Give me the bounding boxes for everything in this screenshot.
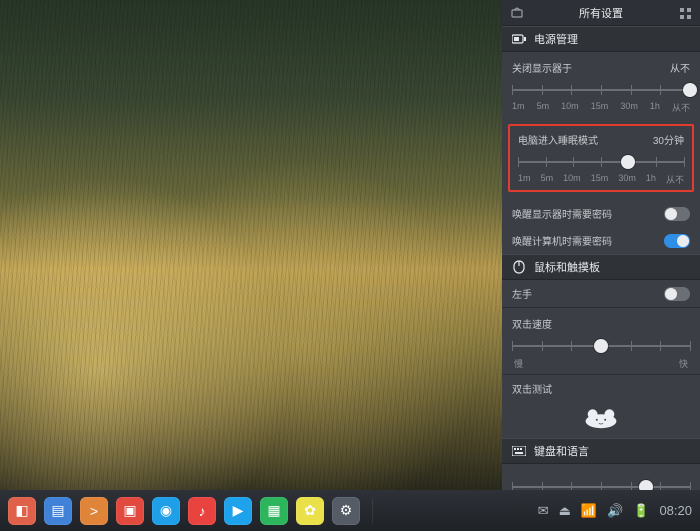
dock-separator <box>372 499 373 523</box>
dblclick-test-label: 双击测试 <box>512 381 552 396</box>
dblclick-speed-slider[interactable] <box>512 337 690 355</box>
section-mouse-title: 鼠标和触摸板 <box>534 259 600 275</box>
keyboard-icon <box>512 444 526 458</box>
sleep-ticks: 1m 5m 10m 15m 30m 1h 从不 <box>518 173 684 186</box>
section-mouse[interactable]: 鼠标和触摸板 <box>502 254 700 280</box>
dbl-slow-label: 慢 <box>514 357 523 370</box>
display-off-slider[interactable] <box>512 81 690 99</box>
dock-image-icon[interactable]: ▦ <box>260 497 288 525</box>
tray-mail-icon[interactable]: ✉ <box>538 503 549 519</box>
left-hand-row: 左手 <box>502 280 700 307</box>
settings-panel: 所有设置 电源管理 关闭显示器于 从不 <box>502 0 700 531</box>
grid-icon[interactable] <box>672 0 698 26</box>
tray-volume-icon[interactable]: 🔊 <box>607 503 623 519</box>
dock-store-icon[interactable]: ▣ <box>116 497 144 525</box>
back-icon[interactable] <box>504 0 530 26</box>
dock-calendar-icon[interactable]: ✿ <box>296 497 324 525</box>
tray-clock[interactable]: 08:20 <box>659 503 692 518</box>
section-keyboard-title: 键盘和语言 <box>534 443 589 459</box>
sleep-value: 30分钟 <box>653 132 684 147</box>
wake-computer-toggle[interactable] <box>664 234 690 248</box>
dblclick-test-area[interactable] <box>502 398 700 438</box>
display-off-value: 从不 <box>670 60 690 75</box>
sleep-slider[interactable] <box>518 153 684 171</box>
wake-computer-label: 唤醒计算机时需要密码 <box>512 233 612 248</box>
dock-launcher-icon[interactable]: ◧ <box>8 497 36 525</box>
display-off-block: 关闭显示器于 从不 1m 5m 10m 15m 30m 1h 从不 <box>502 52 700 118</box>
dock-files-icon[interactable]: ▤ <box>44 497 72 525</box>
panel-title: 所有设置 <box>579 5 623 21</box>
left-hand-label: 左手 <box>512 286 532 301</box>
wake-display-row: 唤醒显示器时需要密码 <box>502 200 700 227</box>
display-off-label: 关闭显示器于 <box>512 60 572 75</box>
section-keyboard[interactable]: 键盘和语言 <box>502 438 700 464</box>
dock-settings-icon[interactable]: ⚙ <box>332 497 360 525</box>
wake-display-toggle[interactable] <box>664 207 690 221</box>
dock: ◧ ▤ > ▣ ◉ ♪ ▶ ▦ ✿ ⚙ ✉ ⏏ 📶 🔊 🔋 08:20 <box>0 490 700 531</box>
dock-browser-icon[interactable]: ◉ <box>152 497 180 525</box>
panel-header: 所有设置 <box>502 0 700 26</box>
panel-body: 电源管理 关闭显示器于 从不 1m 5m 10m 15m 30m 1h <box>502 26 700 531</box>
sleep-label: 电脑进入睡眠模式 <box>518 132 598 147</box>
left-hand-toggle[interactable] <box>664 287 690 301</box>
tray-wifi-icon[interactable]: 📶 <box>581 503 597 519</box>
dock-terminal-icon[interactable]: > <box>80 497 108 525</box>
display-off-ticks: 1m 5m 10m 15m 30m 1h 从不 <box>512 101 690 114</box>
wake-display-label: 唤醒显示器时需要密码 <box>512 206 612 221</box>
section-power[interactable]: 电源管理 <box>502 26 700 52</box>
mouse-icon <box>512 260 526 274</box>
sleep-highlight: 电脑进入睡眠模式 30分钟 1m 5m 10m 15m 30m 1h 从不 <box>508 124 694 192</box>
dock-music-icon[interactable]: ♪ <box>188 497 216 525</box>
tray-eject-icon[interactable]: ⏏ <box>559 503 571 519</box>
dbl-fast-label: 快 <box>679 357 688 370</box>
dblclick-speed-block: 双击速度 慢 快 <box>502 308 700 374</box>
system-tray: ✉ ⏏ 📶 🔊 🔋 08:20 <box>538 503 692 519</box>
battery-icon <box>512 32 526 46</box>
dock-media-icon[interactable]: ▶ <box>224 497 252 525</box>
tray-battery-icon[interactable]: 🔋 <box>633 503 649 519</box>
wake-computer-row: 唤醒计算机时需要密码 <box>502 227 700 254</box>
dblclick-speed-label: 双击速度 <box>512 316 552 331</box>
section-power-title: 电源管理 <box>534 31 578 47</box>
desktop-wallpaper <box>0 0 502 490</box>
